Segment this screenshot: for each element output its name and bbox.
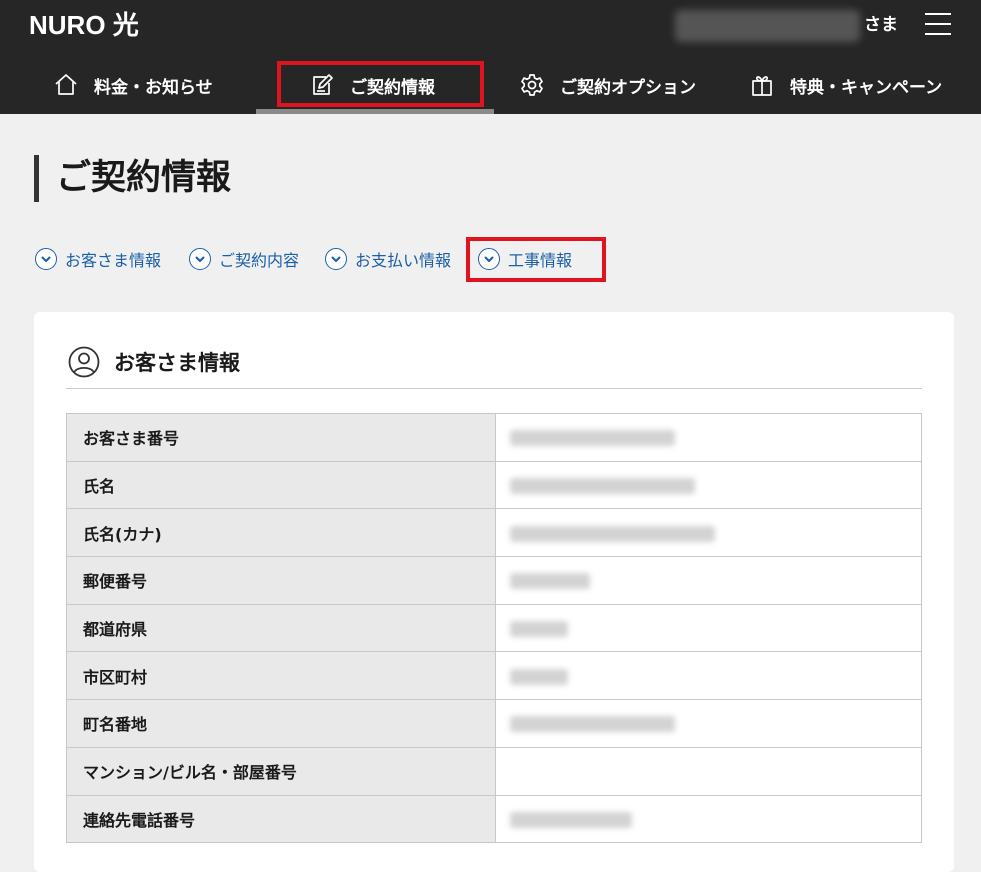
table-row: 町名番地 [66, 699, 922, 748]
anchor-link-construction-info[interactable]: 工事情報 [478, 246, 572, 272]
nav-label: 特典・キャンペーン [790, 77, 943, 98]
table-row: マンション/ビル名・部屋番号 [66, 746, 922, 796]
table-row: 市区町村 [66, 651, 922, 701]
customer-info-table: お客さま番号 氏名 氏名(カナ) 郵便番号 都道府県 市区町村 町名番地 マンシ… [66, 413, 922, 844]
global-header: NURO 光 さま 料金・お知らせ ご契約情報 ご契約オプション 特典・キャンペ… [0, 0, 981, 114]
nav-item-contract-info[interactable]: ご契約情報 [310, 62, 435, 108]
customer-info-card: お客さま情報 お客さま番号 氏名 氏名(カナ) 郵便番号 都道府県 市区町村 町… [34, 312, 954, 872]
row-value-masked [495, 556, 922, 605]
gear-icon [521, 74, 543, 96]
row-label: お客さま番号 [66, 413, 496, 462]
table-row: 氏名 [66, 460, 922, 510]
row-value-masked [495, 699, 922, 748]
nuro-logo[interactable]: NURO 光 [29, 10, 139, 40]
user-circle-icon [68, 346, 100, 378]
row-value-masked [495, 413, 922, 462]
anchor-link-contract-details[interactable]: ご契約内容 [189, 246, 299, 272]
table-row: 都道府県 [66, 603, 922, 653]
nav-item-benefits-campaigns[interactable]: 特典・キャンペーン [750, 62, 942, 108]
chevron-down-icon [35, 248, 57, 270]
row-value-masked [495, 794, 922, 844]
row-value-masked [495, 651, 922, 701]
table-row: 氏名(カナ) [66, 508, 922, 558]
user-name-masked [675, 10, 860, 42]
gift-icon [752, 76, 772, 96]
row-value-masked [495, 508, 922, 558]
row-label: 氏名(カナ) [66, 508, 496, 558]
anchor-label: お支払い情報 [355, 251, 452, 270]
table-row: 郵便番号 [66, 556, 922, 605]
row-value-masked [495, 460, 922, 510]
anchor-link-payment-info[interactable]: お支払い情報 [325, 246, 451, 272]
anchor-label: 工事情報 [508, 251, 573, 270]
nav-label: ご契約情報 [350, 77, 435, 98]
anchor-link-customer-info[interactable]: お客さま情報 [35, 246, 161, 272]
row-label: 氏名 [66, 460, 496, 510]
row-label: 市区町村 [66, 651, 496, 701]
nav-label: ご契約オプション [560, 77, 696, 98]
nav-item-contract-options[interactable]: ご契約オプション [520, 62, 696, 108]
row-label: 町名番地 [66, 699, 496, 748]
chevron-down-icon [189, 248, 211, 270]
row-label: マンション/ビル名・部屋番号 [66, 746, 496, 796]
anchor-label: ご契約内容 [219, 251, 300, 270]
section-title: お客さま情報 [114, 351, 240, 375]
nav-active-indicator [256, 109, 494, 114]
nav-item-billing-news[interactable]: 料金・お知らせ [54, 62, 213, 108]
section-divider [66, 388, 922, 389]
page-title: ご契約情報 [56, 158, 232, 198]
row-label: 連絡先電話番号 [66, 794, 496, 844]
chevron-down-icon [325, 248, 347, 270]
row-label: 都道府県 [66, 603, 496, 653]
chevron-down-icon [478, 248, 500, 270]
edit-document-icon [313, 74, 333, 95]
anchor-label: お客さま情報 [65, 251, 162, 270]
table-row: お客さま番号 [66, 413, 922, 462]
section-header: お客さま情報 [68, 344, 240, 380]
table-row: 連絡先電話番号 [66, 794, 922, 844]
user-honorific: さま [864, 15, 898, 35]
home-icon [55, 74, 77, 95]
nav-label: 料金・お知らせ [94, 77, 213, 98]
row-label: 郵便番号 [66, 556, 496, 605]
row-value-masked [495, 603, 922, 653]
row-value-empty [495, 746, 922, 796]
title-accent-bar [34, 155, 39, 202]
hamburger-menu-icon[interactable] [925, 12, 953, 36]
